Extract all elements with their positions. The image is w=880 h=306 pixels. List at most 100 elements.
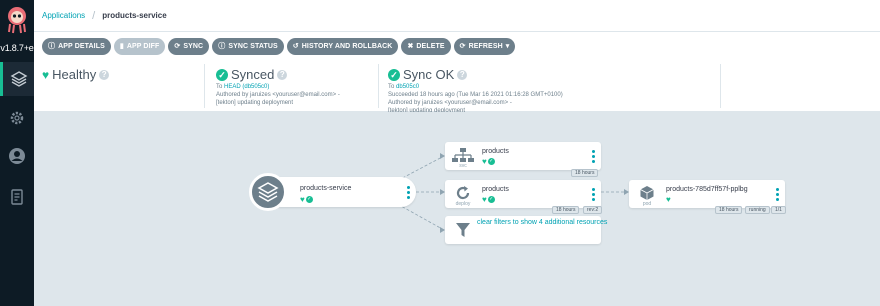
history-icon: ↺ [292,43,299,50]
app-node-menu-icon[interactable] [407,186,410,199]
operation-author: Authored by jaruizes <youruser@email.com… [388,100,512,106]
deploy-node-kind: deploy [455,201,471,207]
file-icon: ▮ [119,43,124,50]
info-icon: ⓘ [48,43,56,50]
divider [378,64,379,108]
help-icon[interactable]: ? [277,69,288,80]
sidebar: v1.8.7+e [0,0,34,306]
pod-node-menu-icon[interactable] [776,188,779,201]
clear-filters-node[interactable]: clear filters to show 4 additional resou… [445,216,607,244]
refresh-button[interactable]: ⟳ REFRESH ▾ [453,37,516,55]
history-rollback-label: HISTORY AND ROLLBACK [301,42,393,50]
breadcrumb: Applications / products-service [34,0,880,32]
nav-settings[interactable] [0,101,34,135]
heart-icon: ♥ [666,195,671,204]
pod-count-badge: 1/1 [771,206,786,214]
app-node-status: ♥ ✓ [300,195,313,204]
sync-status-label: SYNC STATUS [228,42,278,50]
svc-node-menu-icon[interactable] [592,150,595,163]
version-label: v1.8.7+e [0,43,34,53]
heart-icon: ♥ [42,67,50,82]
app-details-button[interactable]: ⓘ APP DETAILS [42,37,111,55]
sync-author: Authored by jaruizes <youruser@email.com… [216,92,340,98]
deploy-node-menu-icon[interactable] [592,188,595,201]
app-toolbar: ⓘ APP DETAILS ▮ APP DIFF ⟳ SYNC ⓘ SYNC S… [34,32,880,60]
sync-label: SYNC [183,42,204,50]
status-panel: ♥ Healthy ? ✓ Synced ? To HEAD (db505c0)… [34,60,880,114]
sync-to-prefix: To [216,84,223,90]
health-status-text: Healthy [52,67,97,82]
deploy-node[interactable]: deploy products ♥ ✓ [445,180,601,208]
delete-button[interactable]: ✖ DELETE [401,37,451,55]
pod-state-badge: running [745,206,770,214]
check-icon: ✓ [487,158,495,165]
network-icon [452,148,474,162]
svc-node[interactable]: svc products ♥ ✓ [445,142,601,170]
app-node[interactable]: products-service ♥ ✓ [266,177,416,207]
deploy-icon [456,186,470,200]
caret-down-icon: ▾ [505,43,510,50]
app-node-name: products-service [300,185,352,192]
help-icon[interactable]: ? [99,69,110,80]
svc-node-kind: svc [459,163,467,169]
layers-icon [257,182,279,202]
app-details-label: APP DETAILS [58,42,105,50]
deploy-revision-badge: rev:2 [583,206,603,214]
filter-icon [456,223,470,237]
check-icon: ✓ [216,68,228,81]
app-node-icon [249,173,287,211]
argo-logo-icon[interactable] [6,6,28,34]
deploy-node-name: products [482,186,509,193]
svc-age-badge: 18 hours [571,169,599,177]
nav-docs[interactable] [0,180,34,214]
deploy-node-status: ♥ ✓ [482,195,495,204]
check-icon: ✓ [305,196,313,203]
sync-icon: ⟳ [174,43,181,50]
pod-node-status: ♥ [666,195,671,204]
clear-filters-link[interactable]: clear filters to show 4 additional resou… [477,216,617,230]
nav-user[interactable] [0,139,34,173]
pod-age-badge: 18 hours [715,206,743,214]
nav-applications[interactable] [0,62,34,96]
sync-status-button[interactable]: ⓘ SYNC STATUS [212,37,284,55]
heart-icon: ♥ [482,195,487,204]
layers-icon [10,71,27,87]
svc-node-name: products [482,148,509,155]
heart-icon: ♥ [300,195,305,204]
pod-node[interactable]: pod products-785d7ff57f-pplbg ♥ [629,180,785,208]
health-status: ♥ Healthy ? [34,64,204,108]
operation-succeeded: Succeeded 18 hours ago (Tue Mar 16 2021 … [388,92,563,98]
refresh-label: REFRESH [468,42,503,50]
delete-icon: ✖ [407,43,414,50]
deploy-age-badge: 18 hours [552,206,580,214]
breadcrumb-current: products-service [102,11,167,20]
pod-node-kind: pod [642,201,652,207]
svc-node-status: ♥ ✓ [482,157,495,166]
check-icon: ✓ [487,196,495,203]
operation-revision-link[interactable]: db505c0 [396,84,419,90]
resource-tree-canvas[interactable]: products-service ♥ ✓ svc products ♥ ✓ 18 [34,112,880,306]
sync-status-text: Synced [231,67,275,82]
app-diff-button[interactable]: ▮ APP DIFF [113,37,166,55]
operation-status-text: Sync OK [403,67,455,82]
gear-icon [10,111,24,125]
delete-label: DELETE [416,42,445,50]
operation-status: ✓ Sync OK ? To db505c0 Succeeded 18 hour… [380,64,720,114]
heart-icon: ♥ [482,157,487,166]
sync-button[interactable]: ⟳ SYNC [168,37,210,55]
pod-node-name: products-785d7ff57f-pplbg [666,186,748,193]
sync-revision-link[interactable]: HEAD (db505c0) [224,84,269,90]
divider [720,64,721,108]
cube-icon [640,186,654,200]
divider [204,64,205,108]
operation-to-prefix: To [388,84,395,90]
check-icon: ✓ [388,68,400,81]
sync-message: [tekton] updating deployment [216,100,294,106]
help-icon[interactable]: ? [457,69,468,80]
breadcrumb-separator: / [92,9,96,22]
app-diff-label: APP DIFF [126,42,160,50]
breadcrumb-applications-link[interactable]: Applications [42,11,85,20]
docs-icon [11,189,23,205]
history-rollback-button[interactable]: ↺ HISTORY AND ROLLBACK [286,37,399,55]
refresh-icon: ⟳ [459,43,466,50]
